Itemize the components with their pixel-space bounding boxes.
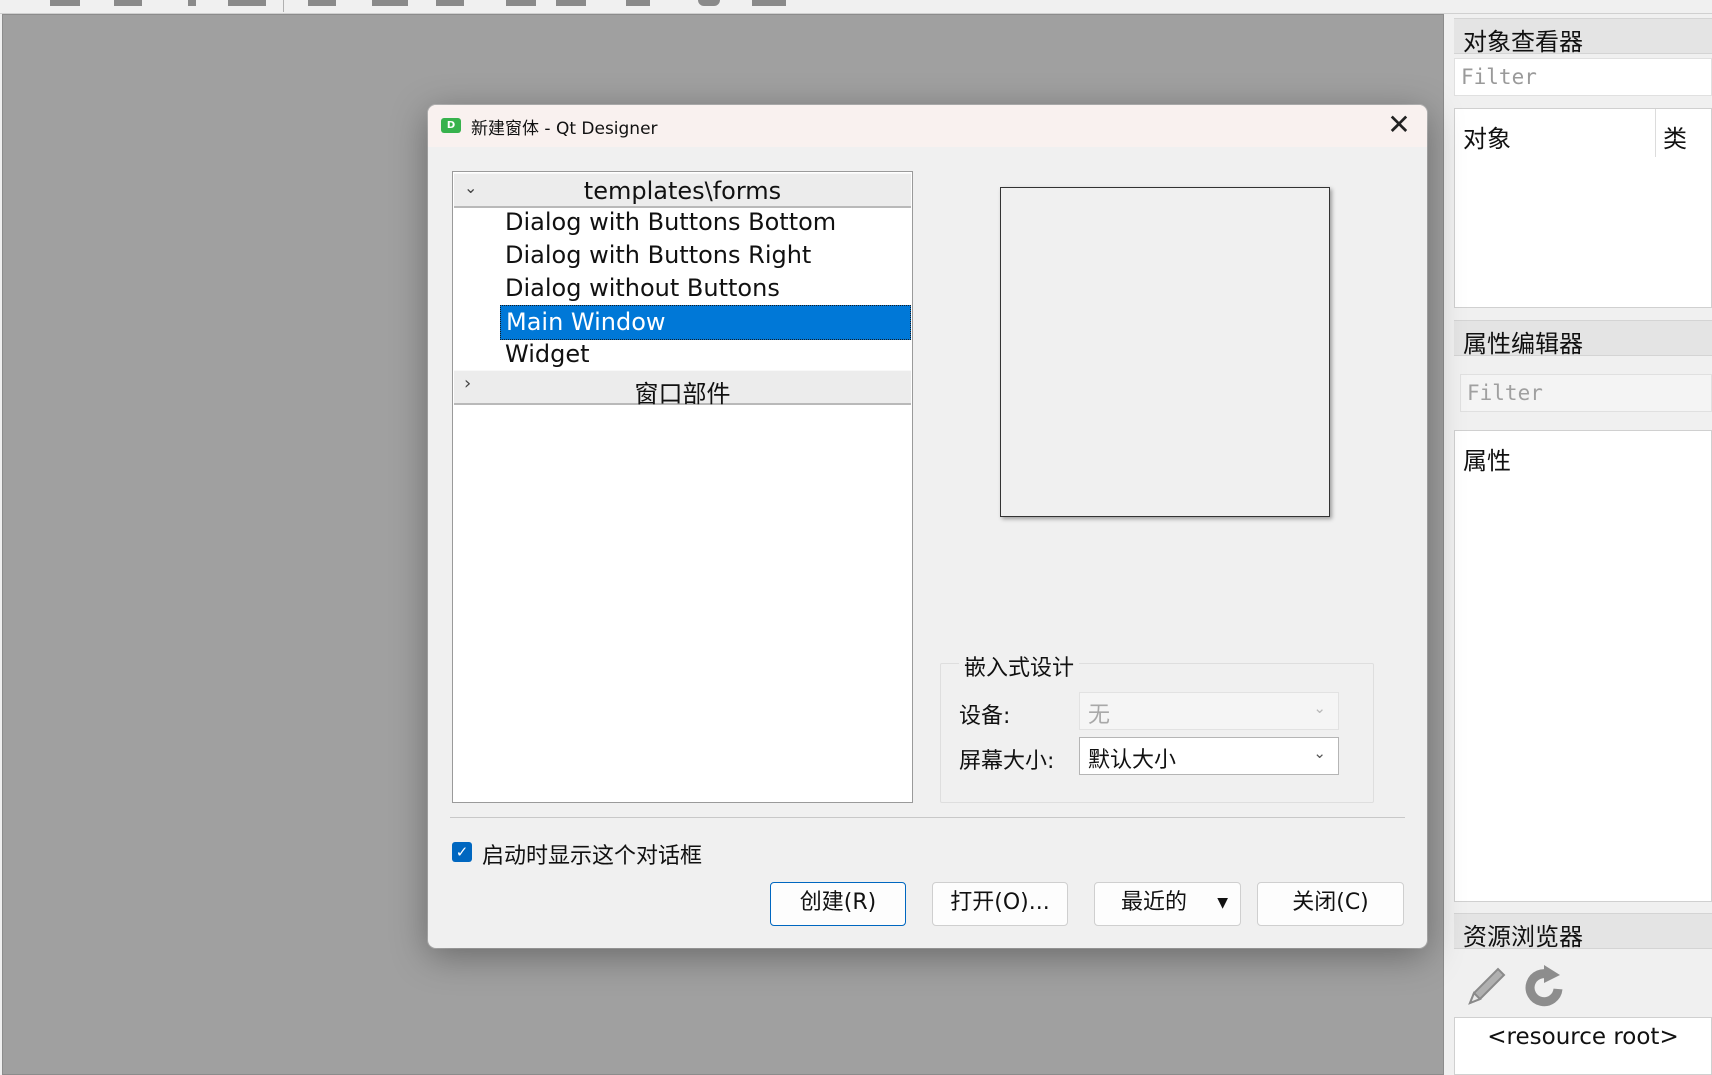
main-toolbar [0, 0, 1712, 14]
tree-group-label: 窗口部件 [634, 380, 731, 408]
device-combo: 无 ⌄ [1079, 692, 1339, 730]
create-button[interactable]: 创建(R) [770, 882, 906, 926]
chevron-right-icon[interactable]: › [464, 373, 471, 394]
column-header-object[interactable]: 对象 [1463, 119, 1511, 154]
open-button[interactable]: 打开(O)... [932, 882, 1068, 926]
chevron-down-icon: ⌄ [1313, 699, 1326, 717]
undo-icon[interactable] [436, 0, 464, 6]
save-form-icon[interactable] [188, 0, 196, 6]
template-item[interactable]: Widget [500, 338, 911, 373]
edit-resources-icon[interactable] [1462, 963, 1510, 1015]
template-item[interactable]: Dialog with Buttons Right [500, 239, 911, 274]
recent-button-label: 最近的 [1121, 890, 1188, 915]
object-inspector-title: 对象查看器 [1454, 18, 1712, 56]
edit-buddies-icon[interactable] [698, 0, 720, 6]
show-on-startup-checkbox[interactable]: ✓ [452, 842, 472, 862]
open-form-icon[interactable] [114, 0, 142, 6]
new-form-icon[interactable] [50, 0, 80, 6]
property-editor-table[interactable]: 属性 [1454, 430, 1712, 902]
template-item[interactable]: Dialog with Buttons Bottom [500, 206, 911, 241]
tree-group-forms[interactable]: ⌄ templates\forms [454, 173, 911, 208]
template-item[interactable]: Dialog without Buttons [500, 272, 911, 307]
column-header-class[interactable]: 类 [1663, 119, 1687, 154]
dialog-divider [450, 817, 1405, 818]
template-tree[interactable]: ⌄ templates\forms Dialog with Buttons Bo… [452, 171, 913, 803]
resource-browser-title: 资源浏览器 [1454, 913, 1712, 951]
edit-signals-icon[interactable] [626, 0, 650, 6]
qt-designer-window: 对象查看器 Filter 对象 类 属性编辑器 Filter 属性 资源浏览器 … [0, 0, 1712, 1075]
object-inspector-tree[interactable]: 对象 类 [1454, 108, 1712, 308]
chevron-down-icon[interactable]: ⌄ [464, 178, 477, 197]
close-icon[interactable]: ✕ [1383, 109, 1415, 141]
cut-icon[interactable] [228, 0, 266, 6]
group-title: 嵌入式设计 [959, 650, 1080, 682]
qt-designer-app-icon: D [441, 118, 461, 133]
device-label: 设备: [959, 704, 1011, 729]
object-inspector-filter[interactable]: Filter [1454, 58, 1712, 96]
template-item-selected[interactable]: Main Window [500, 305, 911, 340]
template-preview [1000, 187, 1330, 517]
recent-button[interactable]: 最近的 ▼ [1094, 882, 1241, 926]
device-value: 无 [1088, 703, 1111, 728]
embedded-design-group: 嵌入式设计 设备: 无 ⌄ 屏幕大小: 默认大小 ⌄ [940, 650, 1374, 803]
property-editor-filter[interactable]: Filter [1460, 374, 1712, 412]
reload-resources-icon[interactable] [1520, 963, 1568, 1015]
chevron-down-icon[interactable]: ⌄ [1313, 744, 1326, 762]
screen-size-label: 屏幕大小: [959, 749, 1055, 774]
tree-group-widgets[interactable]: › 窗口部件 [454, 370, 911, 408]
column-header-property[interactable]: 属性 [1463, 441, 1511, 476]
redo-icon[interactable] [506, 0, 536, 6]
dropdown-arrow-icon[interactable]: ▼ [1217, 883, 1228, 923]
toolbar-separator [283, 0, 284, 12]
tree-group-label: templates\forms [583, 177, 782, 205]
copy-icon[interactable] [308, 0, 336, 6]
edit-widgets-icon[interactable] [556, 0, 586, 6]
resource-root-item[interactable]: <resource root> [1454, 1017, 1712, 1075]
close-button[interactable]: 关闭(C) [1257, 882, 1404, 926]
edit-tab-order-icon[interactable] [752, 0, 786, 6]
dialog-title: 新建窗体 - Qt Designer [471, 119, 658, 139]
property-editor-title: 属性编辑器 [1454, 320, 1712, 358]
show-on-startup-label[interactable]: 启动时显示这个对话框 [482, 838, 702, 870]
screen-size-combo[interactable]: 默认大小 ⌄ [1079, 737, 1339, 775]
screen-size-value: 默认大小 [1088, 748, 1177, 773]
column-divider [1655, 109, 1656, 157]
paste-icon[interactable] [372, 0, 408, 6]
new-form-dialog: D 新建窗体 - Qt Designer ✕ ⌄ templates\forms… [428, 105, 1427, 948]
dialog-titlebar[interactable]: D 新建窗体 - Qt Designer ✕ [428, 105, 1427, 147]
